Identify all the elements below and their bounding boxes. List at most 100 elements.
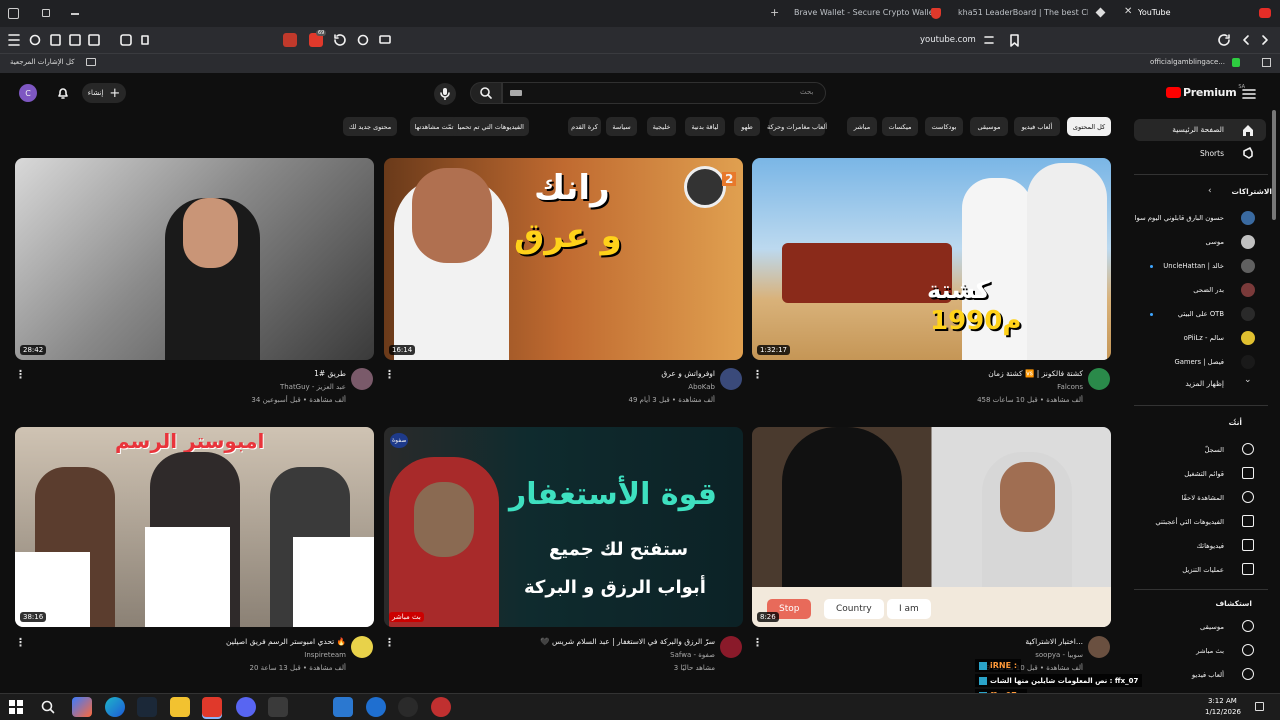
you-item-label[interactable]: المشاهدة لاحقًا bbox=[1182, 494, 1224, 502]
subscription-label[interactable]: Gamers | فيصل bbox=[1174, 358, 1224, 366]
taskbar-time[interactable]: 3:12 AM bbox=[1208, 697, 1237, 705]
sidebar-toggle-icon[interactable] bbox=[8, 8, 19, 19]
filter-chip[interactable]: مباشر bbox=[847, 117, 877, 136]
filter-chip[interactable]: لياقة بدنية bbox=[685, 117, 725, 136]
sidebar-shorts-label[interactable]: Shorts bbox=[1200, 149, 1224, 158]
create-button[interactable]: إنشاء + bbox=[82, 83, 126, 103]
channel-avatar[interactable] bbox=[351, 636, 373, 658]
filter-chip[interactable]: ألعاب فيديو bbox=[1014, 117, 1060, 136]
video-thumbnail[interactable]: امبوستر الرسم 38:16 bbox=[15, 427, 374, 627]
channel-avatar[interactable] bbox=[351, 368, 373, 390]
file-explorer-icon[interactable] bbox=[170, 697, 190, 717]
channel-avatar[interactable] bbox=[1088, 636, 1110, 658]
bell-icon[interactable] bbox=[56, 86, 70, 100]
video-thumbnail[interactable]: 28:42 bbox=[15, 158, 374, 360]
show-more-label[interactable]: إظهار المزيد bbox=[1185, 379, 1224, 388]
bookmark-right[interactable]: officialgamblingace... bbox=[1150, 58, 1225, 66]
tab-grid-icon[interactable] bbox=[42, 9, 50, 17]
channel-avatar[interactable] bbox=[1088, 368, 1110, 390]
filter-chip[interactable]: ميكسات bbox=[882, 117, 918, 136]
avatar[interactable]: C bbox=[19, 84, 37, 102]
subscriptions-header[interactable]: الاشتراكات bbox=[1231, 187, 1272, 196]
filter-chip[interactable]: كرة القدم bbox=[568, 117, 601, 136]
channel-name[interactable]: Falcons bbox=[1057, 383, 1083, 391]
channel-avatar[interactable] bbox=[720, 368, 742, 390]
video-title[interactable]: 🖤 سرّ الرزق والبركة في الاستغفار | عبد ا… bbox=[540, 637, 715, 646]
app-icon[interactable] bbox=[431, 697, 451, 717]
explore-item-label[interactable]: بث مباشر bbox=[1196, 647, 1224, 655]
filter-chip[interactable]: بودكاست bbox=[925, 117, 963, 136]
new-tab-button[interactable]: + bbox=[770, 6, 779, 19]
tab-close-icon[interactable]: ✕ bbox=[1124, 6, 1132, 17]
subscription-label[interactable]: موسى bbox=[1205, 238, 1224, 246]
channel-name[interactable]: Safwa - صفوة bbox=[670, 651, 715, 659]
taskbar-date[interactable]: 1/12/2026 bbox=[1205, 708, 1241, 716]
tab-brave-wallet[interactable]: Brave Wallet - Secure Crypto Wallet bbox=[794, 8, 937, 17]
subscription-label[interactable]: بدر الضحى bbox=[1193, 286, 1224, 294]
more-options-icon[interactable]: ⋮ bbox=[384, 636, 395, 649]
you-item-label[interactable]: السجلّ bbox=[1204, 446, 1224, 454]
video-title[interactable]: اختبار الاشتراكية... bbox=[1025, 637, 1083, 646]
discord-icon[interactable] bbox=[236, 697, 256, 717]
video-title[interactable]: طريق #1 bbox=[314, 369, 346, 378]
filter-chip[interactable]: ألعاب مغامرات وحركة bbox=[767, 117, 827, 136]
scrollbar[interactable] bbox=[1272, 110, 1276, 220]
channel-name[interactable]: AboKab bbox=[688, 383, 715, 391]
minimize-icon[interactable] bbox=[71, 13, 79, 15]
filter-chip[interactable]: موسيقى bbox=[970, 117, 1008, 136]
grid-icon[interactable] bbox=[1262, 58, 1271, 67]
more-options-icon[interactable]: ⋮ bbox=[752, 368, 763, 381]
copilot-icon[interactable] bbox=[72, 697, 92, 717]
subscription-label[interactable]: حسون البارق قابلوني اليوم سوا bbox=[1135, 214, 1224, 222]
youtube-logo[interactable]: Premium SA bbox=[1166, 84, 1245, 99]
tab-youtube[interactable]: YouTube bbox=[1138, 8, 1171, 17]
subscription-label[interactable]: UncleHattan | خالد bbox=[1163, 262, 1224, 270]
you-item-label[interactable]: عمليات التنزيل bbox=[1182, 566, 1224, 574]
explore-item-label[interactable]: موسيقى bbox=[1200, 623, 1224, 631]
bookmarks-all-label[interactable]: كل الإشارات المرجعية bbox=[10, 58, 75, 66]
more-options-icon[interactable]: ⋮ bbox=[384, 368, 395, 381]
subscription-label[interactable]: oPiiLz - سالم bbox=[1184, 334, 1224, 342]
filter-chip[interactable]: طهو bbox=[734, 117, 760, 136]
filter-chip[interactable]: خليجية bbox=[647, 117, 676, 136]
video-title[interactable]: اوفرواتش و عرق bbox=[661, 369, 715, 378]
store-icon[interactable] bbox=[268, 697, 288, 717]
app-icon[interactable] bbox=[366, 697, 386, 717]
notification-icon[interactable] bbox=[1255, 702, 1264, 711]
video-thumbnail[interactable]: Stop Country I am 8:26 bbox=[752, 427, 1111, 627]
you-item-label[interactable]: الفيديوهات التي أعجبتني bbox=[1155, 518, 1224, 526]
tab-leaderboard[interactable]: kha51 LeaderBoard | The best ChatBo bbox=[958, 8, 1088, 17]
channel-name[interactable]: soopya - سوبيا bbox=[1035, 651, 1083, 659]
video-title[interactable]: كشتة زمان 🆚 | كشتة فالكونز bbox=[988, 369, 1083, 378]
video-thumbnail[interactable]: كشتة 1990م 1:32:17 bbox=[752, 158, 1111, 360]
search-input[interactable] bbox=[502, 82, 826, 104]
video-title[interactable]: تحدي امبوستر الرسم فريق اصيلين 🔥 bbox=[226, 637, 346, 646]
more-options-icon[interactable]: ⋮ bbox=[15, 636, 26, 649]
video-thumbnail[interactable]: قوة الأستغفار ستفتح لك جميع أبواب الرزق … bbox=[384, 427, 743, 627]
keyboard-icon[interactable] bbox=[510, 90, 522, 96]
chat-message: نص المعلومات شايلين منها الشات : ffx_07 bbox=[975, 674, 1143, 687]
windows-start-icon[interactable] bbox=[9, 700, 23, 714]
you-item-label[interactable]: قوائم التشغيل bbox=[1184, 470, 1224, 478]
url-text[interactable]: youtube.com bbox=[920, 35, 976, 45]
app-icon[interactable] bbox=[333, 697, 353, 717]
filter-chip[interactable]: تمّت مشاهدتها bbox=[410, 117, 458, 136]
steam-icon[interactable] bbox=[137, 697, 157, 717]
obs-icon[interactable] bbox=[398, 697, 418, 717]
more-options-icon[interactable]: ⋮ bbox=[15, 368, 26, 381]
brave-icon[interactable] bbox=[202, 697, 222, 717]
channel-avatar[interactable] bbox=[720, 636, 742, 658]
search-icon[interactable] bbox=[41, 700, 55, 714]
more-options-icon[interactable]: ⋮ bbox=[752, 636, 763, 649]
you-item-label[interactable]: فيديوهاتك bbox=[1196, 542, 1224, 550]
filter-chip[interactable]: محتوى جديد لك bbox=[343, 117, 397, 136]
filter-chip[interactable]: كل المحتوى bbox=[1067, 117, 1111, 136]
edge-icon[interactable] bbox=[105, 697, 125, 717]
video-thumbnail[interactable]: رانك و عرق 2 16:14 bbox=[384, 158, 743, 360]
channel-name[interactable]: Inspireteam bbox=[304, 651, 346, 659]
hamburger-icon[interactable] bbox=[1242, 88, 1256, 100]
channel-name[interactable]: ThatGuy - عبد العزيز bbox=[280, 383, 346, 391]
subscription-label[interactable]: على البيتي OTB bbox=[1178, 310, 1224, 318]
explore-item-label[interactable]: ألعاب فيديو bbox=[1192, 671, 1224, 679]
filter-chip[interactable]: سياسة bbox=[606, 117, 637, 136]
